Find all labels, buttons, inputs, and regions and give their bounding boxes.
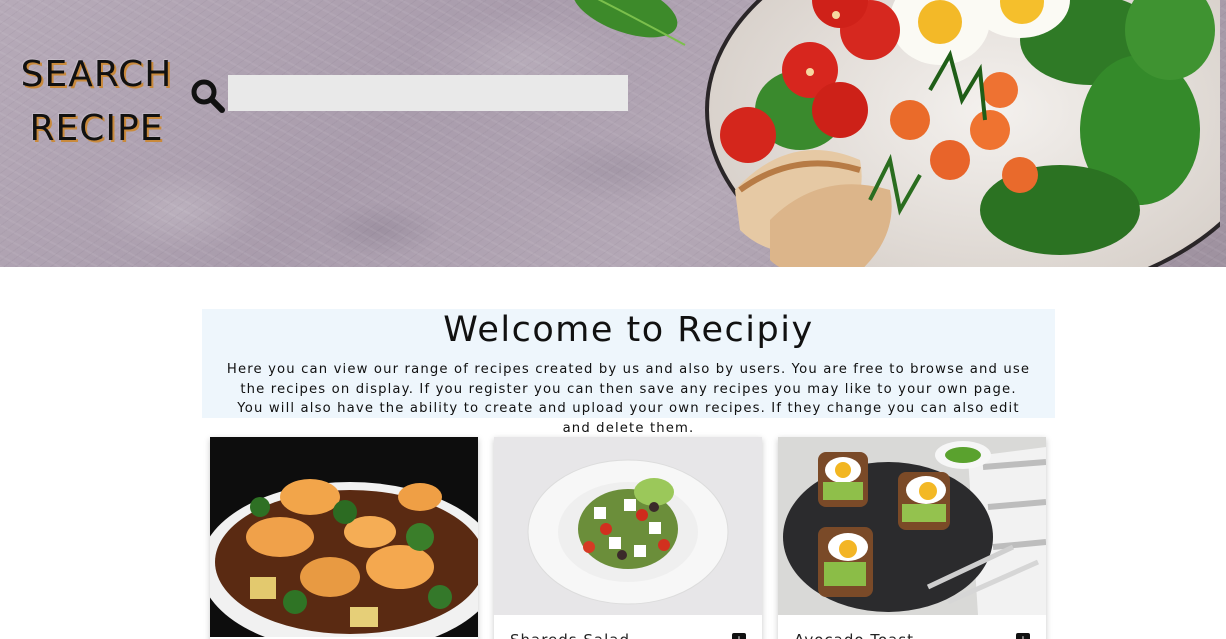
search-icon[interactable] xyxy=(190,78,226,114)
spinach-leaf-decoration xyxy=(572,0,686,46)
welcome-section: Welcome to Recipiy Here you can view our… xyxy=(202,309,1055,436)
recipe-card[interactable]: Shareds Salad + xyxy=(494,437,762,639)
welcome-paragraph-2: You will also have the ability to create… xyxy=(237,401,1020,436)
salad-bowl-image xyxy=(705,0,1220,267)
recipe-card[interactable] xyxy=(210,437,478,639)
welcome-paragraph-1: Here you can view our range of recipes c… xyxy=(226,362,1031,397)
hero-banner: SEARCH RECIPE xyxy=(0,0,1226,267)
recipe-title[interactable]: Shareds Salad xyxy=(510,631,630,639)
title-line-2: RECIPE xyxy=(29,108,164,149)
recipe-image-shrimp[interactable] xyxy=(210,437,478,637)
title-line-1: SEARCH xyxy=(20,54,173,95)
recipe-title[interactable]: Avocado Toast xyxy=(794,631,914,639)
bookmark-icon[interactable]: + xyxy=(732,633,746,639)
recipe-image-salad[interactable] xyxy=(494,437,762,615)
bookmark-icon[interactable]: + xyxy=(1016,633,1030,639)
page-title: SEARCH RECIPE xyxy=(14,48,179,156)
welcome-heading: Welcome to Recipiy xyxy=(443,310,814,350)
recipe-image-toast[interactable] xyxy=(778,437,1046,615)
recipe-card[interactable]: Avocado Toast + xyxy=(778,437,1046,639)
search-input[interactable] xyxy=(228,75,628,111)
